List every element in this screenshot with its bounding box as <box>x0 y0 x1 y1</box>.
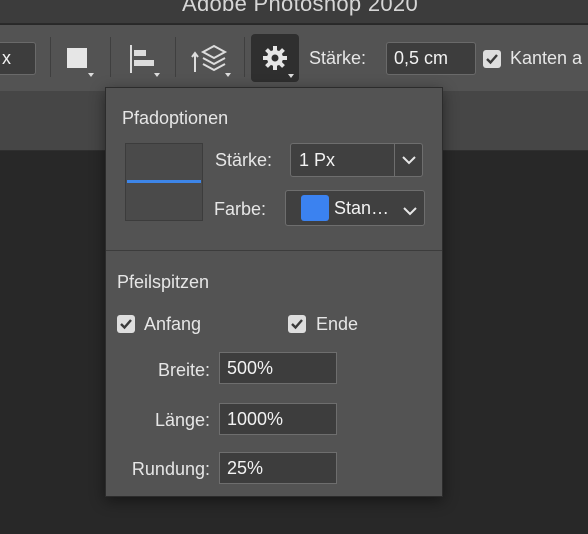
stroke-width-label: Stärke: <box>309 48 367 68</box>
width-label: Breite: <box>157 360 210 380</box>
color-swatch <box>301 195 329 221</box>
length-field[interactable]: 1000% <box>219 403 337 435</box>
length-value: 1000% <box>227 409 284 429</box>
start-label: Anfang <box>144 314 202 334</box>
window-title: Adobe Photoshop 2020 <box>182 0 418 16</box>
curvature-field[interactable]: 25% <box>219 452 337 484</box>
toolbar-separator <box>50 37 51 77</box>
toolbar-separator <box>175 37 176 77</box>
stroke-width-field[interactable]: 0,5 cm <box>386 42 476 75</box>
align-edges-checkbox[interactable] <box>483 50 501 68</box>
end-checkbox[interactable] <box>288 315 306 333</box>
path-options-title: Pfadoptionen <box>122 108 229 128</box>
stroke-label: Stärke: <box>215 150 273 170</box>
section-divider <box>106 250 442 251</box>
toolbar-separator <box>110 37 111 77</box>
color-select-value: Stan… <box>334 198 390 218</box>
align-left-edges-icon[interactable] <box>128 44 158 74</box>
curvature-label: Rundung: <box>131 459 210 479</box>
width-field[interactable]: 500% <box>219 352 337 384</box>
checkmark-icon <box>486 54 498 65</box>
stroke-select[interactable]: 1 Px <box>290 143 423 177</box>
curvature-value: 25% <box>227 458 264 478</box>
end-label: Ende <box>316 314 359 334</box>
width-value: 500% <box>227 358 274 378</box>
stroke-preview-line <box>127 180 201 183</box>
left-value-text: x <box>2 48 11 68</box>
chevron-down-icon <box>288 74 294 78</box>
path-options-popup: Pfadoptionen Stärke: 1 Px Farbe: Stan… P… <box>105 87 443 497</box>
chevron-down-icon <box>225 73 231 77</box>
stroke-width-value: 0,5 cm <box>394 48 449 68</box>
chevron-down-icon <box>88 73 94 77</box>
stroke-select-value: 1 Px <box>299 150 336 170</box>
arrowheads-title: Pfeilspitzen <box>117 272 210 292</box>
color-select[interactable]: Stan… <box>285 190 425 226</box>
checkmark-icon <box>120 319 132 330</box>
stroke-preview <box>125 143 203 221</box>
color-label: Farbe: <box>214 199 267 219</box>
chevron-down-icon <box>394 144 422 176</box>
left-value-field[interactable]: x <box>0 42 36 75</box>
gear-icon <box>262 45 288 71</box>
align-edges-label: Kanten a <box>510 48 583 68</box>
arrange-layers-icon[interactable] <box>189 42 229 78</box>
path-settings-button[interactable] <box>251 34 299 82</box>
start-checkbox[interactable] <box>117 315 135 333</box>
square-fill-icon[interactable] <box>66 47 92 73</box>
chevron-down-icon <box>154 73 160 77</box>
title-bar: Adobe Photoshop 2020 <box>0 0 588 24</box>
checkmark-icon <box>291 319 303 330</box>
toolbar-separator <box>244 37 245 77</box>
chevron-down-icon <box>403 203 417 221</box>
length-label: Länge: <box>154 410 210 430</box>
